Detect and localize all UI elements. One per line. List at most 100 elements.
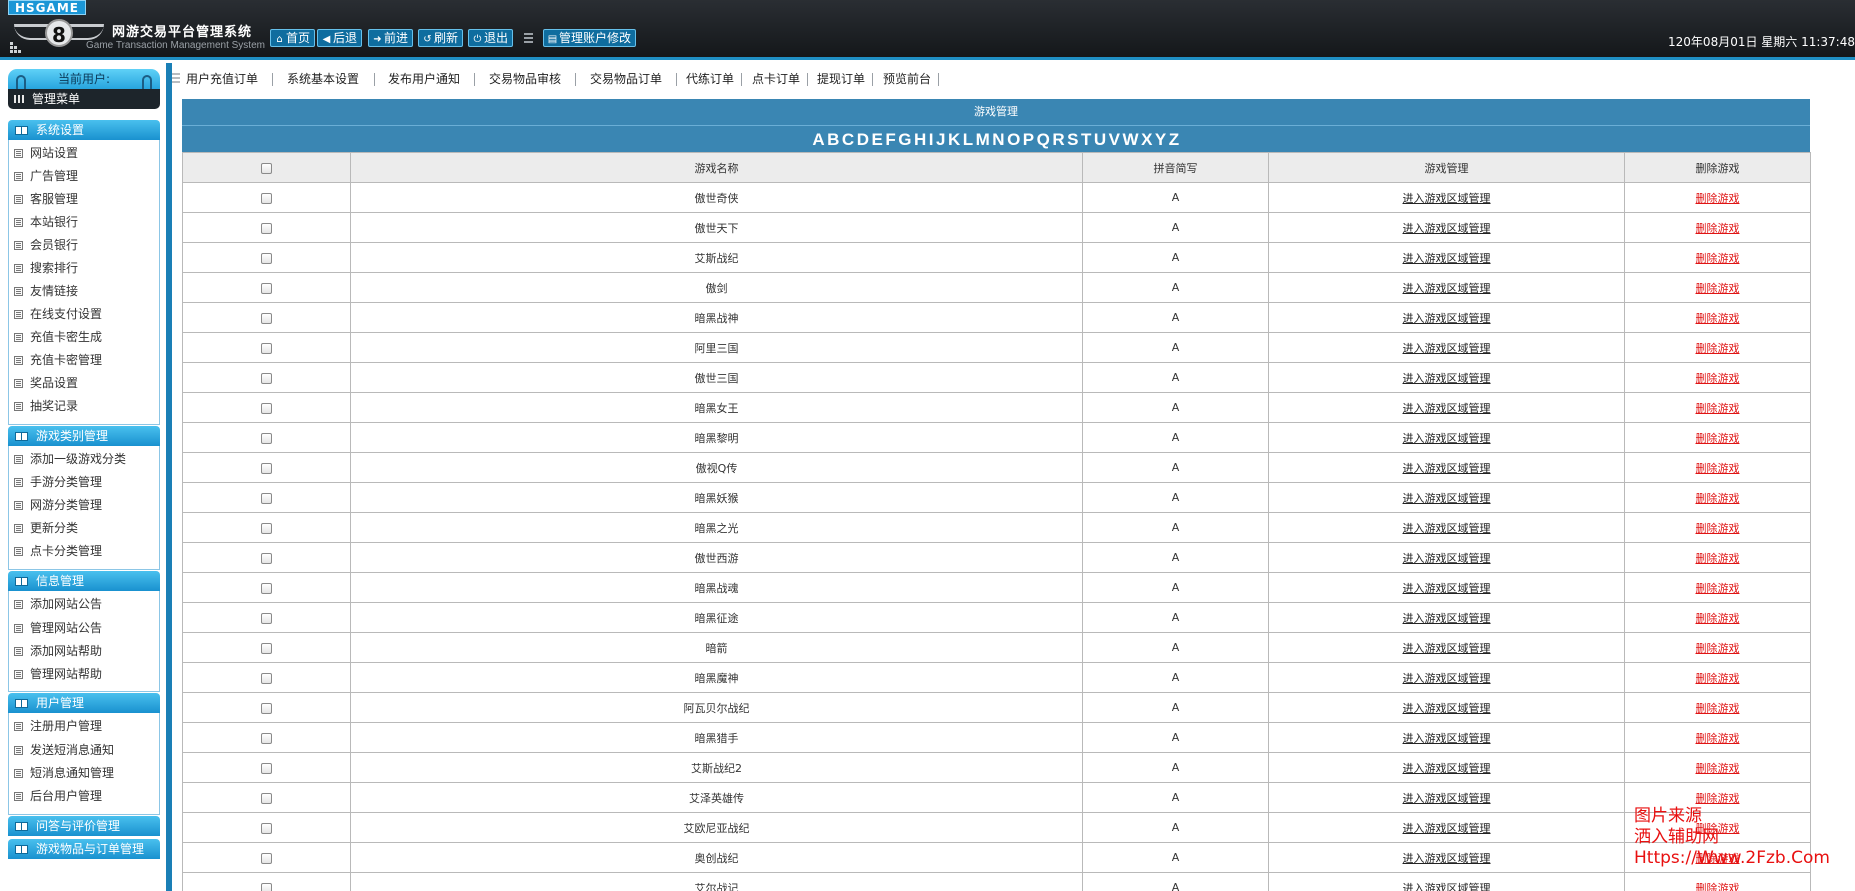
- sidebar-item-registered-users[interactable]: 注册用户管理: [14, 717, 102, 735]
- delete-game-link[interactable]: 删除游戏: [1696, 642, 1740, 655]
- delete-game-link[interactable]: 删除游戏: [1696, 762, 1740, 775]
- row-checkbox[interactable]: [261, 492, 272, 504]
- tab-publish-notice[interactable]: 发布用户通知: [388, 70, 460, 88]
- letter-filter[interactable]: S: [1067, 130, 1079, 149]
- tab-preview-frontend[interactable]: 预览前台: [883, 70, 931, 88]
- tab-system-settings[interactable]: 系统基本设置: [287, 70, 359, 88]
- manage-zones-link[interactable]: 进入游戏区域管理: [1403, 762, 1491, 775]
- delete-game-link[interactable]: 删除游戏: [1696, 582, 1740, 595]
- letter-filter[interactable]: U: [1094, 130, 1107, 149]
- manage-zones-link[interactable]: 进入游戏区域管理: [1403, 672, 1491, 685]
- delete-game-link[interactable]: 删除游戏: [1696, 732, 1740, 745]
- sidebar-group-info-management[interactable]: 信息管理: [8, 571, 160, 591]
- manage-zones-link[interactable]: 进入游戏区域管理: [1403, 852, 1491, 865]
- letter-filter[interactable]: G: [898, 130, 912, 149]
- letter-filter[interactable]: Y: [1155, 130, 1167, 149]
- row-checkbox[interactable]: [261, 252, 272, 264]
- sidebar-item-add-help[interactable]: 添加网站帮助: [14, 642, 102, 660]
- manage-zones-link[interactable]: 进入游戏区域管理: [1403, 882, 1491, 891]
- sidebar-group-game-categories[interactable]: 游戏类别管理: [8, 426, 160, 446]
- account-edit-button[interactable]: ▤ 管理账户修改: [543, 29, 637, 47]
- row-checkbox[interactable]: [261, 792, 272, 804]
- delete-game-link[interactable]: 删除游戏: [1696, 792, 1740, 805]
- row-checkbox[interactable]: [261, 192, 272, 204]
- manage-zones-link[interactable]: 进入游戏区域管理: [1403, 282, 1491, 295]
- sidebar-item-manage-help[interactable]: 管理网站帮助: [14, 665, 102, 683]
- row-checkbox[interactable]: [261, 672, 272, 684]
- letter-filter[interactable]: K: [948, 130, 961, 149]
- letter-filter[interactable]: R: [1052, 130, 1065, 149]
- letter-filter[interactable]: E: [871, 130, 883, 149]
- row-checkbox[interactable]: [261, 402, 272, 414]
- row-checkbox[interactable]: [261, 462, 272, 474]
- row-checkbox[interactable]: [261, 642, 272, 654]
- sidebar-group-system-settings[interactable]: 系统设置: [8, 120, 160, 140]
- tab-item-review[interactable]: 交易物品审核: [489, 70, 561, 88]
- manage-zones-link[interactable]: 进入游戏区域管理: [1403, 702, 1491, 715]
- logout-button[interactable]: ⏻ 退出: [468, 29, 514, 47]
- delete-game-link[interactable]: 删除游戏: [1696, 282, 1740, 295]
- row-checkbox[interactable]: [261, 582, 272, 594]
- manage-zones-link[interactable]: 进入游戏区域管理: [1403, 252, 1491, 265]
- row-checkbox[interactable]: [261, 222, 272, 234]
- manage-zones-link[interactable]: 进入游戏区域管理: [1403, 792, 1491, 805]
- row-checkbox[interactable]: [261, 522, 272, 534]
- row-checkbox[interactable]: [261, 372, 272, 384]
- manage-zones-link[interactable]: 进入游戏区域管理: [1403, 552, 1491, 565]
- manage-zones-link[interactable]: 进入游戏区域管理: [1403, 312, 1491, 325]
- sidebar-item-message-management[interactable]: 短消息通知管理: [14, 764, 114, 782]
- delete-game-link[interactable]: 删除游戏: [1696, 612, 1740, 625]
- delete-game-link[interactable]: 删除游戏: [1696, 552, 1740, 565]
- delete-game-link[interactable]: 删除游戏: [1696, 672, 1740, 685]
- manage-zones-link[interactable]: 进入游戏区域管理: [1403, 192, 1491, 205]
- row-checkbox[interactable]: [261, 822, 272, 834]
- sidebar-item-site-settings[interactable]: 网站设置: [14, 144, 78, 162]
- sidebar-item-mobile-categories[interactable]: 手游分类管理: [14, 473, 102, 491]
- sidebar-item-prize-settings[interactable]: 奖品设置: [14, 374, 78, 392]
- manage-zones-link[interactable]: 进入游戏区域管理: [1403, 372, 1491, 385]
- row-checkbox[interactable]: [261, 312, 272, 324]
- row-checkbox[interactable]: [261, 432, 272, 444]
- sidebar-group-items-orders[interactable]: 游戏物品与订单管理: [8, 839, 160, 859]
- refresh-button[interactable]: ↺ 刷新: [418, 29, 464, 47]
- delete-game-link[interactable]: 删除游戏: [1696, 882, 1740, 891]
- manage-zones-link[interactable]: 进入游戏区域管理: [1403, 432, 1491, 445]
- manage-zones-link[interactable]: 进入游戏区域管理: [1403, 222, 1491, 235]
- sidebar-item-update-categories[interactable]: 更新分类: [14, 519, 78, 537]
- letter-filter[interactable]: W: [1123, 130, 1140, 149]
- sidebar-item-card-categories[interactable]: 点卡分类管理: [14, 542, 102, 560]
- manage-zones-link[interactable]: 进入游戏区域管理: [1403, 342, 1491, 355]
- sidebar-item-customer-service[interactable]: 客服管理: [14, 190, 78, 208]
- letter-filter[interactable]: T: [1081, 130, 1092, 149]
- delete-game-link[interactable]: 删除游戏: [1696, 492, 1740, 505]
- sidebar-item-lottery-records[interactable]: 抽奖记录: [14, 397, 78, 415]
- letter-filter[interactable]: B: [827, 130, 840, 149]
- sidebar-item-member-bank[interactable]: 会员银行: [14, 236, 78, 254]
- sidebar-item-card-generate[interactable]: 充值卡密生成: [14, 328, 102, 346]
- sidebar-item-send-message[interactable]: 发送短消息通知: [14, 741, 114, 759]
- manage-zones-link[interactable]: 进入游戏区域管理: [1403, 732, 1491, 745]
- letter-filter[interactable]: F: [885, 130, 896, 149]
- delete-game-link[interactable]: 删除游戏: [1696, 342, 1740, 355]
- letter-filter[interactable]: Q: [1037, 130, 1051, 149]
- sidebar-group-qa-reviews[interactable]: 问答与评价管理: [8, 816, 160, 836]
- letter-filter[interactable]: A: [812, 130, 825, 149]
- letter-filter[interactable]: P: [1023, 130, 1035, 149]
- manage-zones-link[interactable]: 进入游戏区域管理: [1403, 402, 1491, 415]
- back-button[interactable]: ◀ 后退: [317, 29, 363, 47]
- manage-zones-link[interactable]: 进入游戏区域管理: [1403, 612, 1491, 625]
- sidebar-item-card-management[interactable]: 充值卡密管理: [14, 351, 102, 369]
- delete-game-link[interactable]: 删除游戏: [1696, 402, 1740, 415]
- home-button[interactable]: ⌂ 首页: [270, 29, 316, 47]
- sidebar-item-add-announcement[interactable]: 添加网站公告: [14, 595, 102, 613]
- letter-filter[interactable]: N: [992, 130, 1005, 149]
- sidebar-item-online-categories[interactable]: 网游分类管理: [14, 496, 102, 514]
- tab-item-orders[interactable]: 交易物品订单: [590, 70, 662, 88]
- sidebar-item-add-category[interactable]: 添加一级游戏分类: [14, 450, 126, 468]
- select-all-checkbox[interactable]: [261, 162, 272, 174]
- manage-zones-link[interactable]: 进入游戏区域管理: [1403, 462, 1491, 475]
- sidebar-item-site-bank[interactable]: 本站银行: [14, 213, 78, 231]
- delete-game-link[interactable]: 删除游戏: [1696, 462, 1740, 475]
- delete-game-link[interactable]: 删除游戏: [1696, 522, 1740, 535]
- row-checkbox[interactable]: [261, 282, 272, 294]
